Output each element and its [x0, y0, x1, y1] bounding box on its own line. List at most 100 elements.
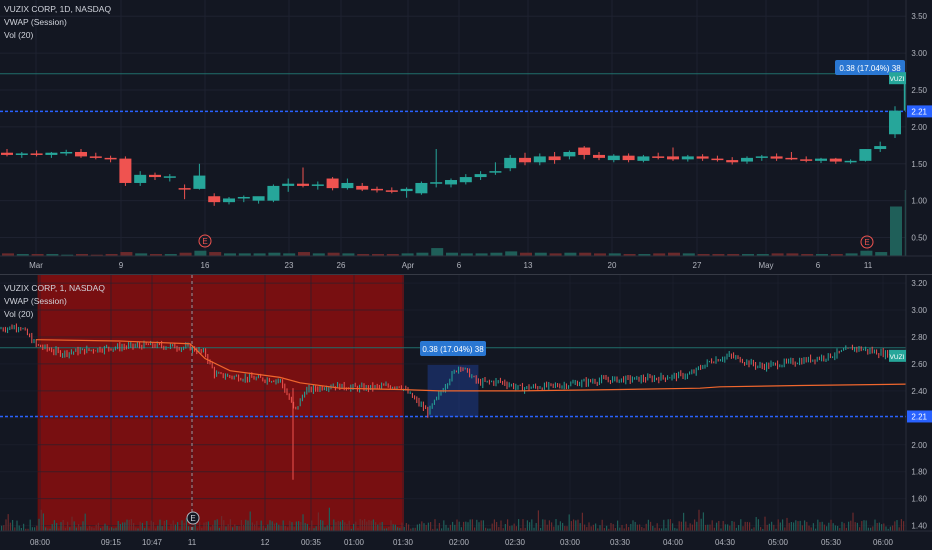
bottom-volume-bar	[397, 527, 399, 531]
bottom-volume-bar	[504, 524, 506, 531]
bottom-volume-bar	[14, 527, 16, 531]
bottom-volume-bar	[590, 526, 592, 531]
top-candle-body	[237, 196, 250, 199]
top-time-axis	[0, 256, 932, 275]
bottom-volume-bar	[75, 527, 77, 531]
bottom-volume-bar	[342, 520, 344, 531]
bottom-volume-bar	[779, 522, 781, 531]
bottom-volume-bar	[579, 523, 581, 531]
bottom-time-tick: 02:30	[505, 538, 526, 547]
top-candle-body	[519, 157, 531, 163]
bottom-volume-bar	[823, 524, 825, 531]
top-candle-body	[60, 151, 73, 154]
bottom-volume-bar	[812, 523, 814, 531]
bottom-volume-bar	[650, 521, 652, 531]
bottom-volume-bar	[834, 525, 836, 531]
bottom-volume-bar	[531, 519, 533, 531]
bottom-volume-bar	[207, 521, 209, 531]
top-candle-body	[548, 156, 561, 161]
bottom-volume-bar	[793, 522, 795, 531]
bottom-volume-bar	[859, 527, 861, 531]
bottom-earnings-marker: E	[186, 511, 200, 525]
top-time-tick: 6	[457, 261, 462, 270]
bottom-volume-bar	[335, 522, 337, 531]
top-time-tick: 11	[864, 261, 873, 270]
bottom-volume-bar	[434, 519, 436, 531]
bottom-volume-bar	[423, 523, 425, 531]
bottom-volume-bar	[663, 519, 665, 531]
bottom-volume-bar	[894, 521, 896, 531]
bottom-volume-bar	[333, 519, 335, 531]
bottom-volume-bar	[80, 526, 82, 531]
bottom-volume-bar	[619, 527, 621, 531]
bottom-vwap-indicator[interactable]: VWAP (Session)	[4, 295, 105, 308]
bottom-volume-bar	[573, 519, 575, 531]
bottom-volume-bar	[689, 523, 691, 531]
bottom-volume-bar	[678, 521, 680, 531]
bottom-volume-bar	[262, 525, 264, 531]
bottom-volume-bar	[337, 520, 339, 531]
bottom-volume-bar	[733, 521, 735, 531]
top-candle-body	[400, 188, 413, 192]
bottom-volume-bar	[903, 521, 905, 531]
bottom-volume-bar	[361, 520, 363, 531]
bottom-volume-bar	[843, 523, 845, 531]
top-time-tick: 23	[285, 261, 294, 270]
bottom-volume-bar	[324, 527, 326, 531]
top-candle-body	[829, 158, 842, 162]
bottom-time-tick: 05:00	[768, 538, 789, 547]
intraday-chart-panel[interactable]: E 0.38 (17.04%) 38 3.20 3.00 2.80 2.60 2.40 2.2…	[0, 275, 932, 550]
bottom-volume-bar	[91, 527, 93, 531]
bottom-volume-bar	[647, 519, 649, 531]
bottom-volume-bar	[304, 523, 306, 531]
bottom-volume-bar	[542, 519, 544, 531]
bottom-volume-bar	[97, 522, 99, 531]
top-candle-body	[563, 151, 576, 157]
top-candle-body	[637, 156, 650, 161]
bottom-volume-bar	[757, 519, 759, 531]
bottom-volume-bar	[698, 509, 700, 531]
top-candle-body	[193, 175, 206, 189]
bottom-volume-bar	[645, 523, 647, 531]
bottom-volume-bar	[124, 522, 126, 531]
bottom-volume-bar	[359, 519, 361, 531]
bottom-volume-bar	[889, 526, 891, 531]
bottom-volume-bar	[881, 524, 883, 531]
earnings-label: E	[202, 237, 207, 246]
top-candle-body	[75, 151, 87, 157]
bottom-volume-bar	[672, 523, 674, 531]
bottom-volume-bar	[225, 526, 227, 531]
top-time-tick: 27	[693, 261, 702, 270]
bottom-volume-bar	[421, 521, 423, 531]
top-price-tick: 3.00	[911, 49, 927, 58]
bottom-volume-bar	[771, 521, 773, 531]
bottom-volume-bar	[581, 512, 583, 531]
daily-chart-panel[interactable]: E E 0.38 (17.04%) 38 3.50 3.00 2.50 2.00 1.50 1.…	[0, 0, 932, 275]
bottom-volume-bar	[40, 509, 42, 531]
bottom-volume-bar	[795, 520, 797, 531]
bottom-volume-bar	[878, 522, 880, 531]
bottom-price-tick: 2.80	[911, 333, 927, 342]
price-tag-text: VUZI	[890, 354, 905, 361]
bottom-volume-bar	[786, 517, 788, 531]
measure-label-text: 0.38 (17.04%) 38	[422, 345, 484, 354]
bottom-symbol-title[interactable]: VUZIX CORP, 1, NASDAQ	[4, 282, 105, 295]
top-symbol-title[interactable]: VUZIX CORP, 1D, NASDAQ	[4, 3, 111, 16]
top-candle-body	[89, 156, 102, 158]
bottom-time-tick: 12	[261, 538, 270, 547]
bottom-volume-indicator[interactable]: Vol (20)	[4, 308, 105, 321]
bottom-volume-bar	[797, 521, 799, 531]
top-volume-bar	[120, 252, 133, 256]
bottom-volume-bar	[102, 526, 104, 531]
bottom-volume-bar	[788, 522, 790, 531]
bottom-volume-bar	[276, 522, 278, 531]
bottom-volume-bar	[535, 523, 537, 531]
top-time-tick: 20	[608, 261, 617, 270]
top-vwap-indicator[interactable]: VWAP (Session)	[4, 16, 111, 29]
bottom-volume-bar	[482, 520, 484, 531]
bottom-volume-bar	[592, 524, 594, 531]
top-candle-body	[741, 157, 753, 162]
top-volume-indicator[interactable]: Vol (20)	[4, 29, 111, 42]
bottom-volume-bar	[828, 522, 830, 531]
level-tag-text: 2.21	[911, 412, 927, 421]
